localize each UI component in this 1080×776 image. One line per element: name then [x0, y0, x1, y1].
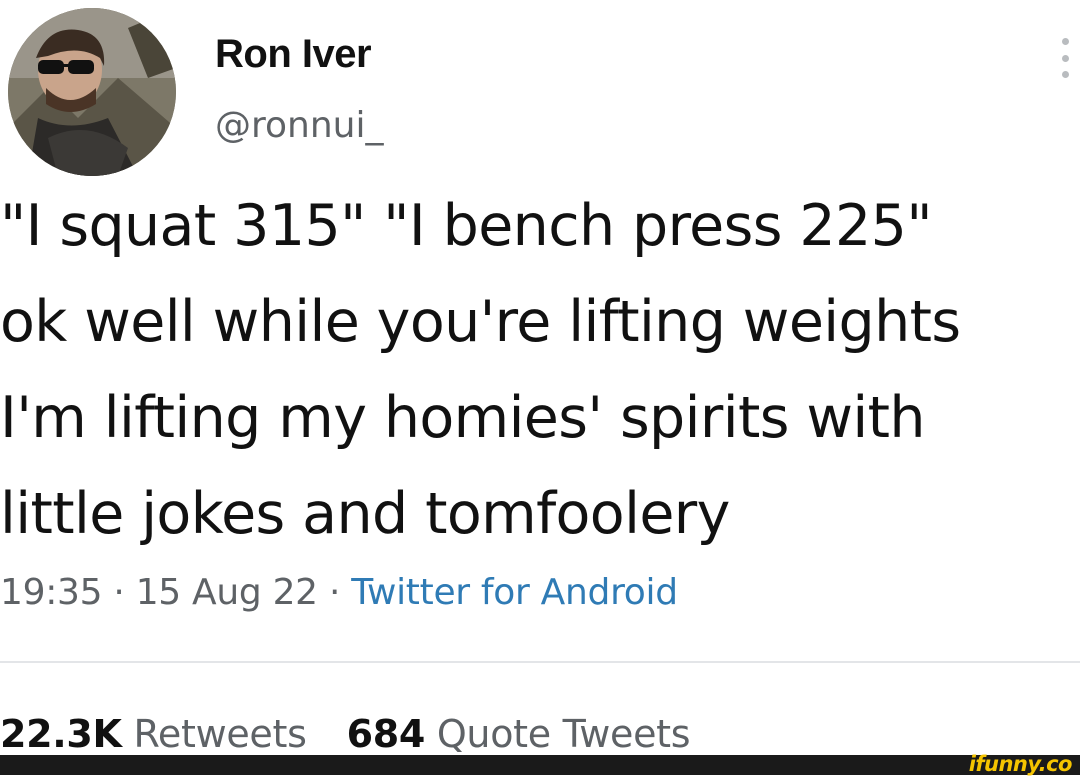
tweet-text-line: ok well while you're lifting weights: [0, 289, 961, 355]
retweets-label: Retweets: [133, 712, 307, 756]
tweet-metadata: 19:35 · 15 Aug 22 · Twitter for Android: [0, 568, 678, 618]
meta-separator: ·: [102, 572, 136, 613]
tweet-stats: 22.3K Retweets 684 Quote Tweets: [0, 710, 691, 758]
ellipsis-dot: [1061, 54, 1069, 62]
retweets-count: 22.3K: [0, 712, 122, 756]
quote-tweets-count: 684: [346, 712, 426, 756]
user-handle[interactable]: @ronnui_: [215, 104, 384, 148]
quote-tweets-label: Quote Tweets: [436, 712, 691, 756]
avatar[interactable]: [8, 8, 176, 176]
tweet-text-line: I'm lifting my homies' spirits with: [0, 385, 925, 451]
divider: [0, 661, 1080, 663]
tweet-source-link[interactable]: Twitter for Android: [351, 572, 678, 613]
meta-separator: ·: [317, 572, 352, 613]
tweet-time[interactable]: 19:35: [0, 572, 103, 613]
tweet-date[interactable]: 15 Aug 22: [136, 572, 318, 613]
ellipsis-dot: [1061, 38, 1069, 45]
watermark-logo: ifunny.co: [968, 752, 1073, 776]
tweet-text: "I squat 315" "I bench press 225" ok wel…: [0, 178, 1080, 562]
retweets-stat[interactable]: 22.3K Retweets: [0, 712, 307, 756]
ellipsis-dot: [1061, 71, 1069, 78]
tweet-text-line: little jokes and tomfoolery: [0, 481, 730, 547]
vertical-ellipsis-icon[interactable]: [1060, 38, 1070, 78]
tweet-text-line: "I squat 315" "I bench press 225": [0, 193, 933, 259]
watermark-bar: [0, 755, 1080, 775]
display-name[interactable]: Ron Iver: [215, 30, 372, 78]
quote-tweets-stat[interactable]: 684 Quote Tweets: [347, 712, 691, 756]
